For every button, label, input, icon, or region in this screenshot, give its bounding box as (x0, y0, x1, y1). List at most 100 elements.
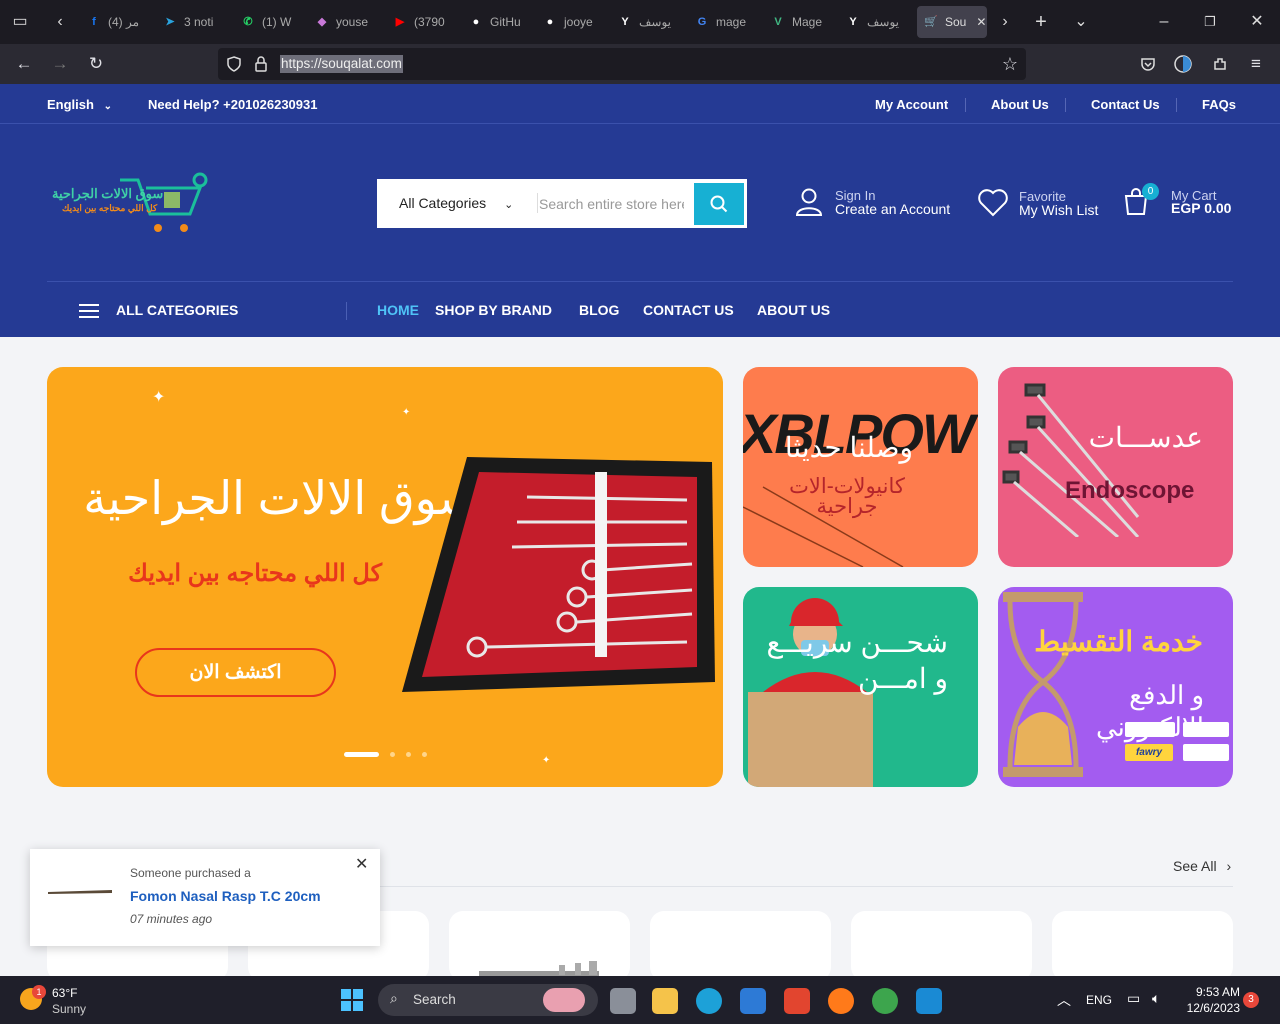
facebook-icon: f (92, 16, 96, 28)
menu-contact-us[interactable]: CONTACT US (643, 302, 734, 318)
extensions-icon[interactable] (1212, 56, 1228, 72)
minimize-icon[interactable]: – (1152, 10, 1176, 34)
chevron-down-icon: ⌄ (504, 199, 514, 211)
carousel-dot-active[interactable] (344, 752, 379, 757)
volume-icon[interactable]: 🔈︎ (1152, 990, 1160, 1007)
tab-list-icon[interactable]: ▭ (8, 10, 32, 34)
search-box: All Categories ⌄ (377, 179, 747, 228)
hamburger-icon[interactable] (79, 303, 99, 319)
menu-about-us[interactable]: ABOUT US (757, 302, 830, 318)
notification-badge[interactable]: 3 (1243, 992, 1259, 1008)
clock-date[interactable]: 12/6/2023 (1178, 1001, 1240, 1015)
windows-start-icon[interactable] (341, 989, 363, 1011)
close-tab-icon[interactable]: ✕ (976, 15, 986, 29)
shield-icon[interactable] (226, 56, 242, 72)
search-button[interactable] (694, 183, 744, 225)
link-faqs[interactable]: FAQs (1202, 97, 1236, 112)
browser-tab[interactable]: ● jooye (542, 6, 602, 38)
anydesk-icon[interactable] (784, 988, 810, 1014)
tab-scroll-left-icon[interactable]: ‹ (48, 10, 72, 34)
promo-new-arrivals[interactable]: XBLPOW وصلنا حديثا كانيولات-الات جراحية (743, 367, 978, 567)
heart-icon[interactable] (977, 187, 1009, 217)
browser-tab[interactable]: f (4) مر (86, 6, 150, 38)
weather-temp[interactable]: 63°F (52, 986, 77, 1000)
language-selector[interactable]: English ⌄ (47, 97, 112, 112)
menu-blog[interactable]: BLOG (579, 302, 619, 318)
carousel-dot[interactable] (422, 752, 427, 757)
file-explorer-icon[interactable] (652, 988, 678, 1014)
popup-product-link[interactable]: Fomon Nasal Rasp T.C 20cm (130, 888, 321, 904)
browser-tab[interactable]: Y يوسف (845, 6, 905, 38)
browser-tab[interactable]: ✆ (1) W (240, 6, 300, 38)
tab-scroll-right-icon[interactable]: › (993, 10, 1017, 34)
promo-fast-shipping[interactable]: شحـــن سريـــع و امـــن (743, 587, 978, 787)
wishlist-link[interactable]: My Wish List (1019, 202, 1098, 218)
hero-cta-button[interactable]: اكتشف الان (135, 648, 336, 697)
browser-tab[interactable]: ▶ (3790 (392, 6, 454, 38)
carousel-dot[interactable] (406, 752, 411, 757)
input-language[interactable]: ENG (1086, 993, 1112, 1007)
browser-tab[interactable]: Gmage (694, 6, 754, 38)
new-tab-icon[interactable]: + (1029, 10, 1053, 34)
product-card[interactable] (1052, 911, 1233, 981)
product-card[interactable] (449, 911, 630, 981)
browser-tab[interactable]: V Mage (770, 6, 834, 38)
chevron-right-icon: › (1226, 858, 1232, 874)
reload-icon[interactable]: ↻ (84, 52, 108, 76)
hero-banner[interactable]: ✦ ✦ ✦ ✦ سوق الالات الجراحية كل اللي محتا… (47, 367, 723, 787)
firefox-icon[interactable] (828, 988, 854, 1014)
all-categories-button[interactable]: ALL CATEGORIES (116, 302, 238, 318)
chevron-up-icon[interactable]: ︿ (1057, 990, 1071, 1010)
taskbar-search[interactable]: ⌕ Search (378, 984, 598, 1016)
vscode-icon[interactable] (916, 988, 942, 1014)
network-icon[interactable]: ▭ (1127, 990, 1140, 1007)
list-all-tabs-icon[interactable]: ⌄ (1069, 10, 1093, 34)
weather-desc: Sunny (52, 1002, 87, 1016)
promo-endoscope[interactable]: عدســـات Endoscope (998, 367, 1233, 567)
surgical-kit-image (402, 457, 715, 692)
bookmark-star-icon[interactable]: ☆ (998, 52, 1022, 76)
promo-installments[interactable]: خدمة التقسيط و الدفع الالكتروني fawry (998, 587, 1233, 787)
product-card[interactable] (851, 911, 1032, 981)
url-text[interactable]: https://souqalat.com (280, 55, 403, 73)
carousel-dot[interactable] (390, 752, 395, 757)
sparkle-icon: ✦ (402, 407, 411, 418)
pocket-icon[interactable] (1140, 56, 1156, 72)
forward-icon[interactable]: → (48, 52, 72, 76)
store-icon[interactable] (740, 988, 766, 1014)
browser-tab[interactable]: ◆ youse (314, 6, 374, 38)
site-logo[interactable]: سوق الالات الجراحية كل اللي محتاجه بين ا… (50, 168, 212, 240)
menu-icon[interactable]: ≡ (1244, 52, 1268, 76)
account-icon[interactable] (1174, 55, 1192, 73)
promo-title: وصلنا حديثا (784, 432, 913, 463)
browser-tab[interactable]: ● GitHu (468, 6, 528, 38)
menu-home[interactable]: HOME (377, 302, 419, 318)
link-about-us[interactable]: About Us (991, 97, 1049, 112)
search-input[interactable] (539, 186, 684, 222)
user-icon[interactable] (794, 187, 824, 217)
category-select[interactable]: All Categories ⌄ (399, 195, 513, 211)
maximize-icon[interactable]: ❐ (1198, 10, 1222, 34)
lock-icon[interactable] (254, 56, 268, 72)
product-card[interactable] (650, 911, 831, 981)
close-icon[interactable]: ✕ (355, 854, 368, 874)
cart-total[interactable]: EGP 0.00 (1171, 200, 1231, 216)
edge-icon[interactable] (696, 988, 722, 1014)
link-my-account[interactable]: My Account (875, 97, 948, 112)
help-phone[interactable]: Need Help? +201026230931 (148, 97, 317, 112)
browser-tab[interactable]: Y يوسف (617, 6, 681, 38)
vue-icon: V (774, 16, 782, 28)
tab-label: Mage (792, 15, 823, 29)
close-window-icon[interactable]: ✕ (1245, 10, 1269, 34)
menu-shop-by-brand[interactable]: SHOP BY BRAND (435, 302, 552, 318)
chrome-icon[interactable] (872, 988, 898, 1014)
clock-time[interactable]: 9:53 AM (1180, 985, 1240, 999)
create-account-link[interactable]: Create an Account (835, 201, 950, 217)
see-all-link[interactable]: See All › (1173, 858, 1231, 874)
back-icon[interactable]: ← (12, 52, 36, 76)
task-view-icon[interactable] (610, 988, 636, 1014)
link-contact-us[interactable]: Contact Us (1091, 97, 1160, 112)
tab-label: يوسف (867, 15, 900, 29)
browser-tab[interactable]: 🛒 Sou ✕ (917, 6, 987, 38)
browser-tab[interactable]: ➤ 3 noti (162, 6, 226, 38)
